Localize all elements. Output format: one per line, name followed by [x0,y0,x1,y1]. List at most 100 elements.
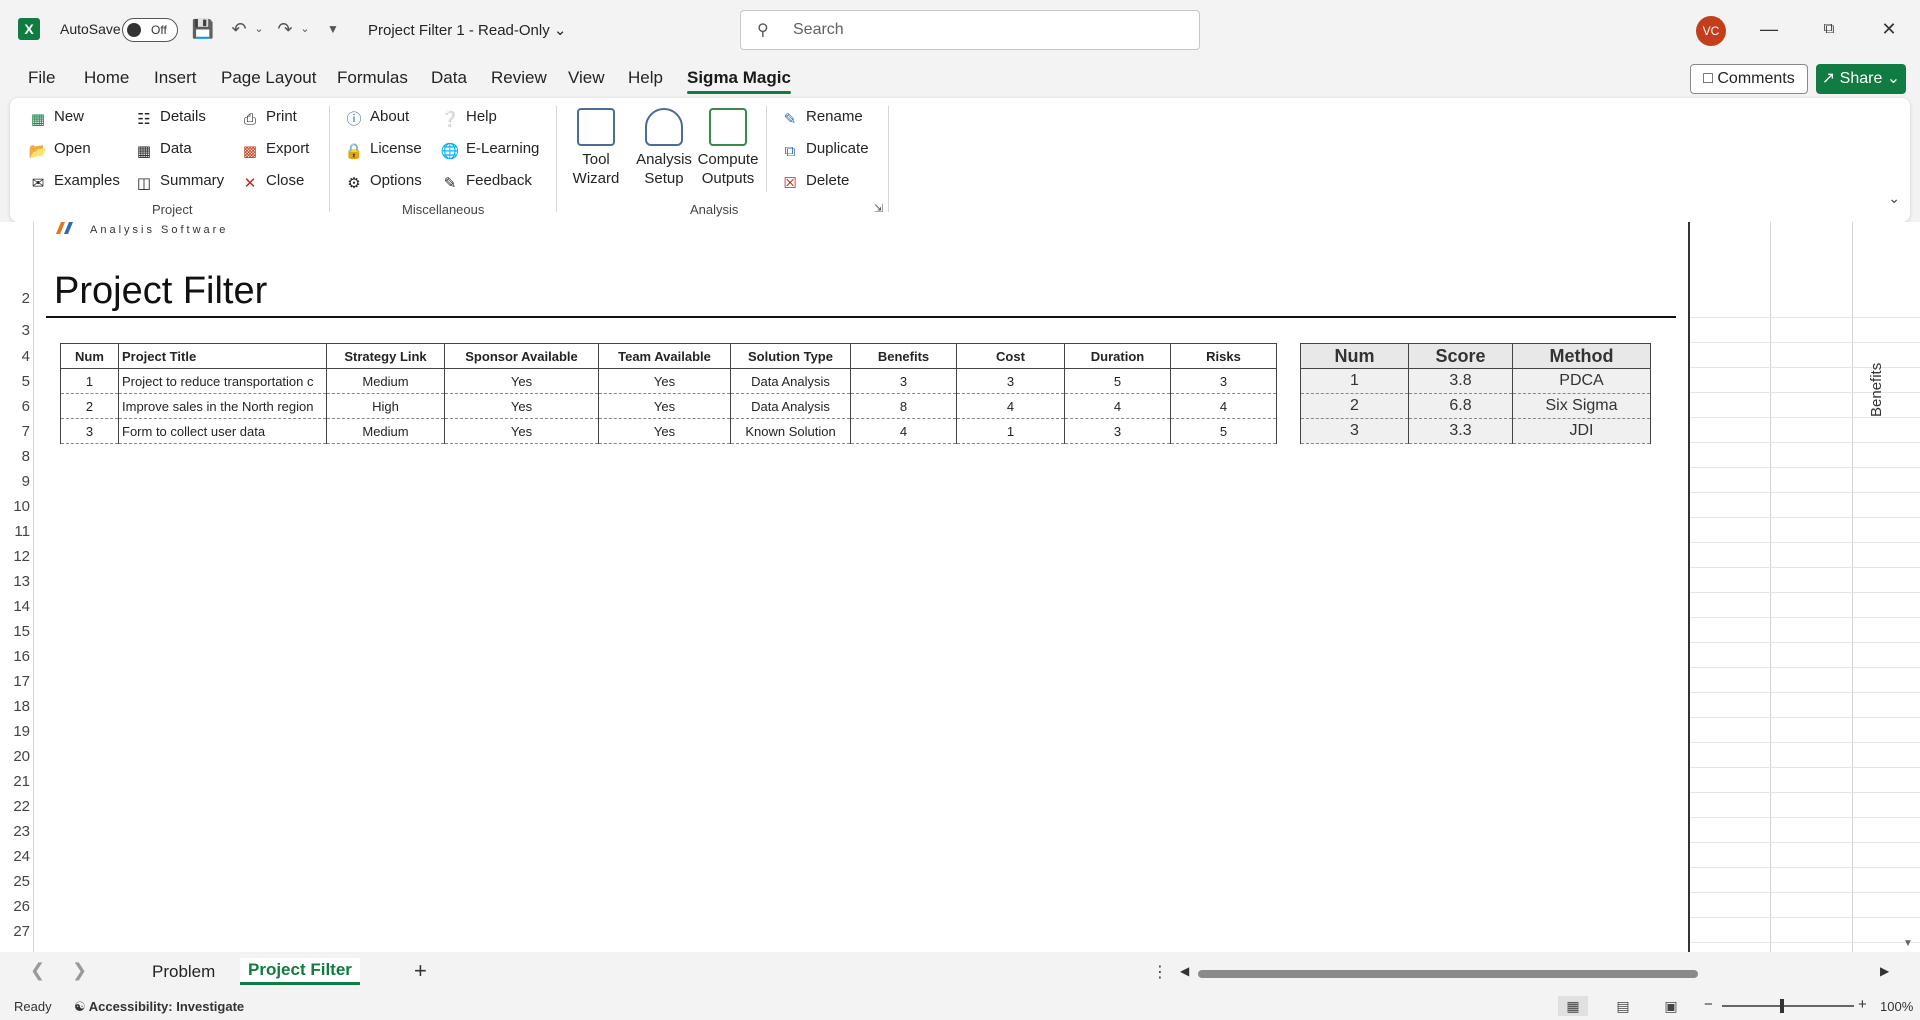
col-header[interactable]: Team Available [598,343,731,369]
tab-file[interactable]: File [28,68,55,88]
table-cell[interactable]: Known Solution [730,418,851,444]
table-cell[interactable]: 5 [1170,418,1277,444]
row-number[interactable]: 14 [0,598,30,615]
row-number[interactable]: 10 [0,498,30,515]
col-header[interactable]: Method [1512,343,1651,369]
redo-dropdown-icon[interactable]: ⌄ [292,16,318,42]
table-cell[interactable]: 8 [850,393,957,419]
tab-data[interactable]: Data [431,68,467,88]
feedback-button[interactable]: ✎ Feedback [440,170,532,192]
e-learning-button[interactable]: 🌐 E-Learning [440,138,540,160]
scroll-right-icon[interactable]: ▶ [1880,964,1889,978]
row-number[interactable]: 12 [0,548,30,565]
row-number[interactable]: 19 [0,723,30,740]
tab-review[interactable]: Review [491,68,547,88]
autosave-toggle[interactable]: Off [122,18,178,42]
col-header[interactable]: Solution Type [730,343,851,369]
col-header[interactable]: Project Title [118,343,327,369]
tab-page-layout[interactable]: Page Layout [221,68,316,88]
table-cell[interactable]: 1 [60,368,119,394]
row-number[interactable]: 13 [0,573,30,590]
worksheet[interactable]: 2 3 4 5 6 7 8 9 10 11 12 13 14 15 16 17 … [0,222,1920,952]
row-number[interactable]: 23 [0,823,30,840]
page-break-view-icon[interactable]: ▣ [1656,996,1686,1016]
table-cell[interactable]: 3 [1064,418,1171,444]
help-button[interactable]: ❔ Help [440,106,497,128]
about-button[interactable]: ⓘ About [344,106,409,128]
row-number[interactable]: 11 [0,523,30,540]
table-cell[interactable]: High [326,393,445,419]
duplicate-button[interactable]: ⧉ Duplicate [780,138,869,160]
row-number[interactable]: 4 [0,348,30,365]
avatar[interactable]: VC [1696,16,1726,46]
sheet-tab-problem[interactable]: Problem [152,962,215,982]
col-header[interactable]: Num [60,343,119,369]
print-button[interactable]: ⎙ Print [240,106,297,128]
table-cell[interactable]: 1 [1300,368,1409,394]
table-cell[interactable]: Six Sigma [1512,393,1651,419]
row-number[interactable]: 7 [0,423,30,440]
table-cell[interactable]: Medium [326,368,445,394]
table-cell[interactable]: PDCA [1512,368,1651,394]
zoom-slider-thumb[interactable] [1780,999,1784,1013]
add-sheet-icon[interactable]: + [414,958,427,984]
table-cell[interactable]: Yes [598,418,731,444]
row-number[interactable]: 27 [0,923,30,940]
tab-insert[interactable]: Insert [154,68,197,88]
table-cell[interactable]: 4 [1170,393,1277,419]
table-cell[interactable]: Yes [598,393,731,419]
license-button[interactable]: 🔒 License [344,138,422,160]
table-cell[interactable]: Improve sales in the North region [118,393,327,419]
table-cell[interactable]: Data Analysis [730,393,851,419]
table-cell[interactable]: Yes [444,393,599,419]
options-button[interactable]: ⚙ Options [344,170,421,192]
row-number[interactable]: 3 [0,322,30,339]
next-sheet-icon[interactable]: ❯ [72,960,87,981]
export-button[interactable]: ▩ Export [240,138,309,160]
table-cell[interactable]: 3.8 [1408,368,1513,394]
comments-button[interactable]: □ Comments [1690,64,1808,94]
compute-outputs-button[interactable]: Compute Outputs [696,108,760,188]
more-options-icon[interactable]: ⋮ [1152,962,1168,982]
col-header[interactable]: Sponsor Available [444,343,599,369]
zoom-out-icon[interactable]: − [1704,996,1713,1013]
close-button[interactable]: ✕ Close [240,170,305,192]
delete-button[interactable]: ☒ Delete [780,170,849,192]
details-button[interactable]: ☷ Details [134,106,206,128]
col-header[interactable]: Cost [956,343,1065,369]
normal-view-icon[interactable]: ▦ [1558,996,1588,1016]
table-cell[interactable]: JDI [1512,418,1651,444]
row-number[interactable]: 20 [0,748,30,765]
accessibility-status[interactable]: ☯ Accessibility: Investigate [74,999,244,1015]
row-number[interactable]: 17 [0,673,30,690]
table-cell[interactable]: Project to reduce transportation c [118,368,327,394]
prev-sheet-icon[interactable]: ❮ [30,960,45,981]
tab-formulas[interactable]: Formulas [337,68,408,88]
tab-view[interactable]: View [568,68,605,88]
page-layout-view-icon[interactable]: ▤ [1608,996,1638,1016]
tab-help[interactable]: Help [628,68,663,88]
search-box[interactable]: ⚲ Search [740,10,1200,50]
row-number[interactable]: 25 [0,873,30,890]
row-number[interactable]: 21 [0,773,30,790]
rename-button[interactable]: ✎ Rename [780,106,863,128]
col-header[interactable]: Strategy Link [326,343,445,369]
close-window-icon[interactable]: ✕ [1874,14,1904,44]
row-number[interactable]: 9 [0,473,30,490]
table-cell[interactable]: Yes [444,418,599,444]
sheet-tab-project-filter[interactable]: Project Filter [240,958,360,985]
row-number[interactable]: 18 [0,698,30,715]
row-number[interactable]: 6 [0,398,30,415]
table-cell[interactable]: 3 [60,418,119,444]
col-header[interactable]: Duration [1064,343,1171,369]
minimize-icon[interactable]: — [1754,14,1784,44]
scroll-down-icon[interactable]: ▼ [1903,938,1913,949]
table-cell[interactable]: Medium [326,418,445,444]
row-number[interactable]: 8 [0,448,30,465]
table-cell[interactable]: 3 [850,368,957,394]
row-number[interactable]: 5 [0,373,30,390]
table-cell[interactable]: 6.8 [1408,393,1513,419]
row-number[interactable]: 26 [0,898,30,915]
table-cell[interactable]: 3 [1170,368,1277,394]
zoom-level[interactable]: 100% [1880,999,1913,1014]
